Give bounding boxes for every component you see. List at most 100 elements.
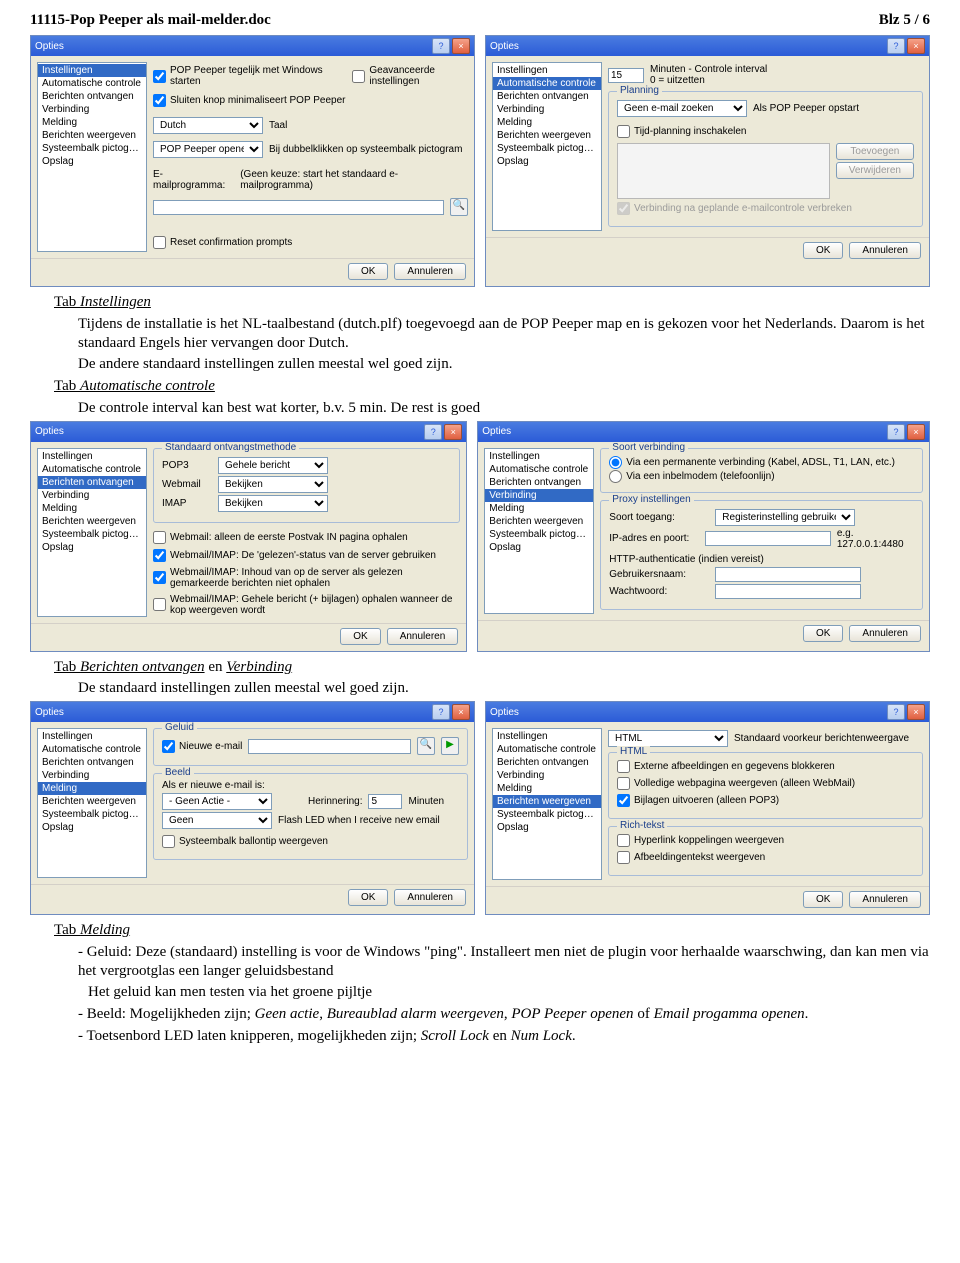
sidebar-item[interactable]: Opslag bbox=[485, 541, 593, 554]
help-icon[interactable]: ? bbox=[887, 704, 905, 720]
select-pop3[interactable]: Gehele bericht bbox=[218, 457, 328, 474]
play-icon[interactable]: ▶ bbox=[441, 737, 459, 755]
sidebar-item[interactable]: Verbinding bbox=[38, 769, 146, 782]
sidebar-item[interactable]: Instellingen bbox=[493, 64, 601, 77]
interval-input[interactable] bbox=[608, 68, 644, 83]
sidebar-item[interactable]: Berichten weergeven bbox=[493, 129, 601, 142]
sound-path-input[interactable] bbox=[248, 739, 411, 754]
help-icon[interactable]: ? bbox=[432, 38, 450, 54]
ok-button[interactable]: OK bbox=[803, 242, 843, 259]
sidebar-item[interactable]: Opslag bbox=[493, 155, 601, 168]
radio-dialup[interactable] bbox=[609, 470, 622, 483]
sidebar-item[interactable]: Automatische controle bbox=[38, 463, 146, 476]
sidebar-item[interactable]: Instellingen bbox=[38, 730, 146, 743]
sidebar-item[interactable]: Systeembalk pictogrammen bbox=[38, 142, 146, 155]
select-webmail[interactable]: Bekijken bbox=[218, 476, 328, 493]
cancel-button[interactable]: Annuleren bbox=[394, 889, 466, 906]
sidebar-item[interactable]: Opslag bbox=[38, 155, 146, 168]
sidebar-item[interactable]: Melding bbox=[38, 502, 146, 515]
close-icon[interactable]: × bbox=[452, 38, 470, 54]
close-icon[interactable]: × bbox=[452, 704, 470, 720]
ok-button[interactable]: OK bbox=[803, 891, 843, 908]
sidebar-item[interactable]: Instellingen bbox=[38, 450, 146, 463]
close-icon[interactable]: × bbox=[907, 38, 925, 54]
sidebar-item[interactable]: Systeembalk pictogrammen bbox=[493, 142, 601, 155]
search-icon[interactable]: 🔍 bbox=[417, 737, 435, 755]
sidebar-item[interactable]: Berichten ontvangen bbox=[38, 476, 146, 489]
sidebar-item[interactable]: Melding bbox=[38, 782, 146, 795]
sidebar-item[interactable]: Automatische controle bbox=[38, 743, 146, 756]
chk-reset-prompts[interactable] bbox=[153, 236, 166, 249]
chk-c4[interactable] bbox=[153, 598, 166, 611]
cancel-button[interactable]: Annuleren bbox=[849, 891, 921, 908]
sidebar-item[interactable]: Systeembalk pictogrammen bbox=[38, 808, 146, 821]
select-imap[interactable]: Bekijken bbox=[218, 495, 328, 512]
options-sidebar[interactable]: InstellingenAutomatische controle Bericht… bbox=[37, 62, 147, 252]
help-icon[interactable]: ? bbox=[424, 424, 442, 440]
select-proxy-type[interactable]: Registerinstelling gebruiken bbox=[715, 509, 855, 526]
sidebar-item[interactable]: Instellingen bbox=[485, 450, 593, 463]
select-action[interactable]: - Geen Actie - bbox=[162, 793, 272, 810]
ok-button[interactable]: OK bbox=[348, 263, 388, 280]
sidebar-item[interactable]: Verbinding bbox=[493, 769, 601, 782]
options-sidebar[interactable]: InstellingenAutomatische controleBericht… bbox=[492, 62, 602, 231]
select-view-pref[interactable]: HTML bbox=[608, 730, 728, 747]
proxy-pass-input[interactable] bbox=[715, 584, 861, 599]
chk-c2[interactable] bbox=[153, 549, 166, 562]
chk-balloon[interactable] bbox=[162, 835, 175, 848]
close-icon[interactable]: × bbox=[444, 424, 462, 440]
sidebar-item[interactable]: Verbinding bbox=[38, 489, 146, 502]
select-led[interactable]: Geen bbox=[162, 812, 272, 829]
cancel-button[interactable]: Annuleren bbox=[849, 242, 921, 259]
cancel-button[interactable]: Annuleren bbox=[394, 263, 466, 280]
sidebar-item[interactable]: Opslag bbox=[38, 541, 146, 554]
help-icon[interactable]: ? bbox=[887, 424, 905, 440]
chk-c1[interactable] bbox=[153, 531, 166, 544]
select-startup-action[interactable]: Geen e-mail zoeken bbox=[617, 100, 747, 117]
chk-hyperlink[interactable] bbox=[617, 834, 630, 847]
sidebar-item[interactable]: Verbinding bbox=[485, 489, 593, 502]
sidebar-item[interactable]: Berichten ontvangen bbox=[485, 476, 593, 489]
sidebar-item[interactable]: Systeembalk pictogrammen bbox=[485, 528, 593, 541]
proxy-ip-input[interactable] bbox=[705, 531, 831, 546]
sidebar-item[interactable]: Verbinding bbox=[38, 103, 146, 116]
reminder-input[interactable] bbox=[368, 794, 402, 809]
close-icon[interactable]: × bbox=[907, 424, 925, 440]
help-icon[interactable]: ? bbox=[432, 704, 450, 720]
select-tray-action[interactable]: POP Peeper openen bbox=[153, 141, 263, 158]
options-sidebar[interactable]: InstellingenAutomatische controleBericht… bbox=[492, 728, 602, 880]
chk-block-external[interactable] bbox=[617, 760, 630, 773]
options-sidebar[interactable]: InstellingenAutomatische controleBericht… bbox=[484, 448, 594, 614]
sidebar-item[interactable]: Melding bbox=[485, 502, 593, 515]
sidebar-item[interactable]: Systeembalk pictogrammen bbox=[38, 528, 146, 541]
ok-button[interactable]: OK bbox=[803, 625, 843, 642]
sidebar-item[interactable]: Systeembalk pictogrammen bbox=[493, 808, 601, 821]
select-language[interactable]: Dutch bbox=[153, 117, 263, 134]
chk-schedule[interactable] bbox=[617, 125, 630, 138]
ok-button[interactable]: OK bbox=[348, 889, 388, 906]
close-icon[interactable]: × bbox=[907, 704, 925, 720]
sidebar-item[interactable]: Instellingen bbox=[493, 730, 601, 743]
proxy-user-input[interactable] bbox=[715, 567, 861, 582]
ok-button[interactable]: OK bbox=[340, 628, 380, 645]
sidebar-item[interactable]: Automatische controle bbox=[38, 77, 146, 90]
mail-program-input[interactable] bbox=[153, 200, 444, 215]
help-icon[interactable]: ? bbox=[887, 38, 905, 54]
sidebar-item[interactable]: Berichten ontvangen bbox=[493, 90, 601, 103]
search-icon[interactable]: 🔍 bbox=[450, 198, 468, 216]
sidebar-item[interactable]: Melding bbox=[493, 782, 601, 795]
options-sidebar[interactable]: InstellingenAutomatische controleBericht… bbox=[37, 448, 147, 617]
sidebar-item[interactable]: Instellingen bbox=[38, 64, 146, 77]
sidebar-item[interactable]: Automatische controle bbox=[493, 77, 601, 90]
radio-permanent[interactable] bbox=[609, 456, 622, 469]
sidebar-item[interactable]: Berichten weergeven bbox=[485, 515, 593, 528]
chk-new-mail-sound[interactable] bbox=[162, 740, 175, 753]
sidebar-item[interactable]: Berichten weergeven bbox=[38, 129, 146, 142]
options-sidebar[interactable]: InstellingenAutomatische controleBericht… bbox=[37, 728, 147, 878]
sidebar-item[interactable]: Melding bbox=[38, 116, 146, 129]
chk-run-attach[interactable] bbox=[617, 794, 630, 807]
sidebar-item[interactable]: Opslag bbox=[38, 821, 146, 834]
sidebar-item[interactable]: Berichten ontvangen bbox=[493, 756, 601, 769]
chk-imgtext[interactable] bbox=[617, 851, 630, 864]
chk-start-windows[interactable] bbox=[153, 70, 166, 83]
